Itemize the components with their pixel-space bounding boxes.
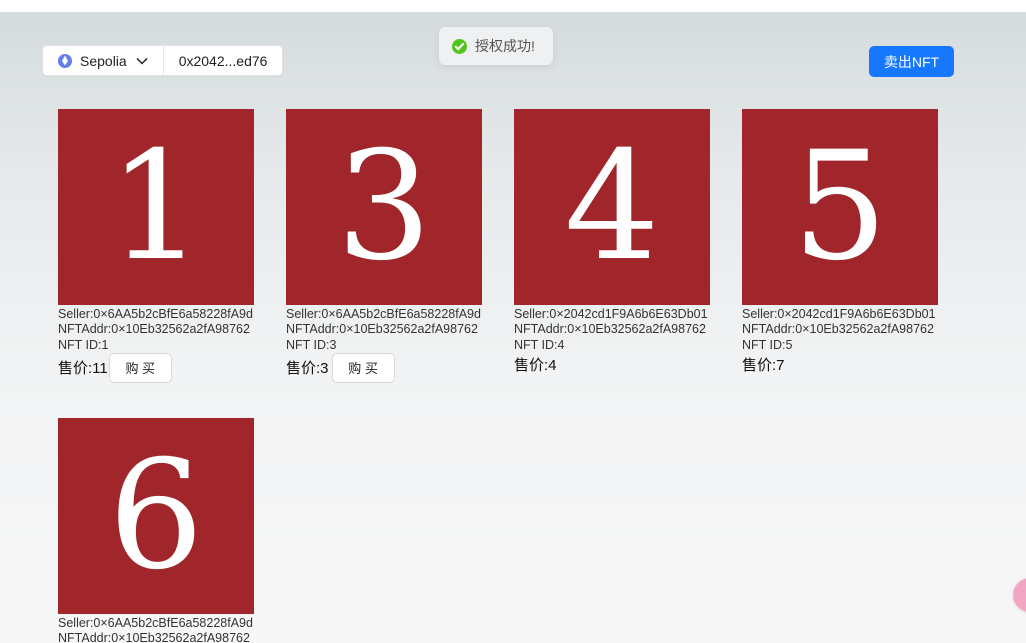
nft-card: 3 Seller:0×6AA5b2cBfE6a58228fA9d NFTAddr… [286, 109, 514, 383]
nft-address: NFTAddr:0×10Eb32562a2fA98762 [58, 631, 250, 643]
nft-seller: Seller:0×6AA5b2cBfE6a58228fA9d [286, 307, 481, 321]
nft-image-number: 1 [108, 120, 204, 294]
nft-image[interactable]: 6 [58, 418, 254, 614]
nft-card: 1 Seller:0×6AA5b2cBfE6a58228fA9d NFTAddr… [58, 109, 286, 383]
account-address: 0x2042...ed76 [178, 52, 268, 69]
network-selector[interactable]: Sepolia [43, 46, 164, 75]
ethereum-icon [58, 53, 72, 68]
price-row: 售价:3 购 买 [286, 352, 514, 383]
nft-price: 售价:7 [742, 357, 785, 375]
account-address-button[interactable]: 0x2042...ed76 [164, 46, 283, 75]
nft-image-number: 3 [336, 120, 432, 294]
nft-image-number: 6 [108, 429, 204, 603]
nft-image-number: 4 [564, 120, 660, 294]
nft-seller: Seller:0×6AA5b2cBfE6a58228fA9d [58, 307, 253, 321]
buy-button[interactable]: 购 买 [108, 352, 172, 383]
nft-image[interactable]: 4 [514, 109, 710, 305]
nft-image[interactable]: 1 [58, 109, 254, 305]
nft-price: 售价:11 [58, 360, 108, 378]
nft-id: NFT ID:3 [286, 337, 337, 352]
nft-seller: Seller:0×2042cd1F9A6b6E63Db01 [742, 307, 936, 321]
nft-card: 6 Seller:0×6AA5b2cBfE6a58228fA9d NFTAddr… [58, 418, 286, 643]
nft-card: 4 Seller:0×2042cd1F9A6b6E63Db01 NFTAddr:… [514, 109, 742, 376]
floating-action-button[interactable] [1013, 578, 1026, 612]
toast-message: 授权成功! [475, 38, 535, 54]
nft-id: NFT ID:4 [514, 337, 565, 352]
wallet-connect-widget: Sepolia 0x2042...ed76 [42, 45, 284, 76]
nft-address: NFTAddr:0×10Eb32562a2fA98762 [286, 322, 478, 337]
nft-seller: Seller:0×6AA5b2cBfE6a58228fA9d [58, 616, 253, 630]
nft-id: NFT ID:1 [58, 337, 109, 352]
toast-notification: 授权成功! [439, 27, 553, 65]
nft-price: 售价:4 [514, 357, 557, 375]
nft-address: NFTAddr:0×10Eb32562a2fA98762 [514, 322, 706, 337]
buy-button[interactable]: 购 买 [331, 352, 395, 383]
nft-address: NFTAddr:0×10Eb32562a2fA98762 [58, 322, 250, 337]
sell-nft-button[interactable]: 卖出NFT [869, 46, 954, 77]
price-row: 售价:4 [514, 354, 742, 376]
nft-card: 5 Seller:0×2042cd1F9A6b6E63Db01 NFTAddr:… [742, 109, 970, 376]
nft-id: NFT ID:5 [742, 337, 793, 352]
price-row: 售价:7 [742, 354, 970, 376]
check-circle-icon [452, 38, 467, 54]
network-name: Sepolia [80, 52, 127, 69]
nft-image[interactable]: 3 [286, 109, 482, 305]
price-row: 售价:11 购 买 [58, 352, 286, 383]
nft-address: NFTAddr:0×10Eb32562a2fA98762 [742, 322, 934, 337]
nft-image-number: 5 [792, 120, 888, 294]
nft-price: 售价:3 [286, 360, 329, 378]
nft-image[interactable]: 5 [742, 109, 938, 305]
top-bar [0, 0, 1026, 12]
chevron-down-icon [136, 57, 148, 65]
nft-seller: Seller:0×2042cd1F9A6b6E63Db01 [514, 307, 708, 321]
